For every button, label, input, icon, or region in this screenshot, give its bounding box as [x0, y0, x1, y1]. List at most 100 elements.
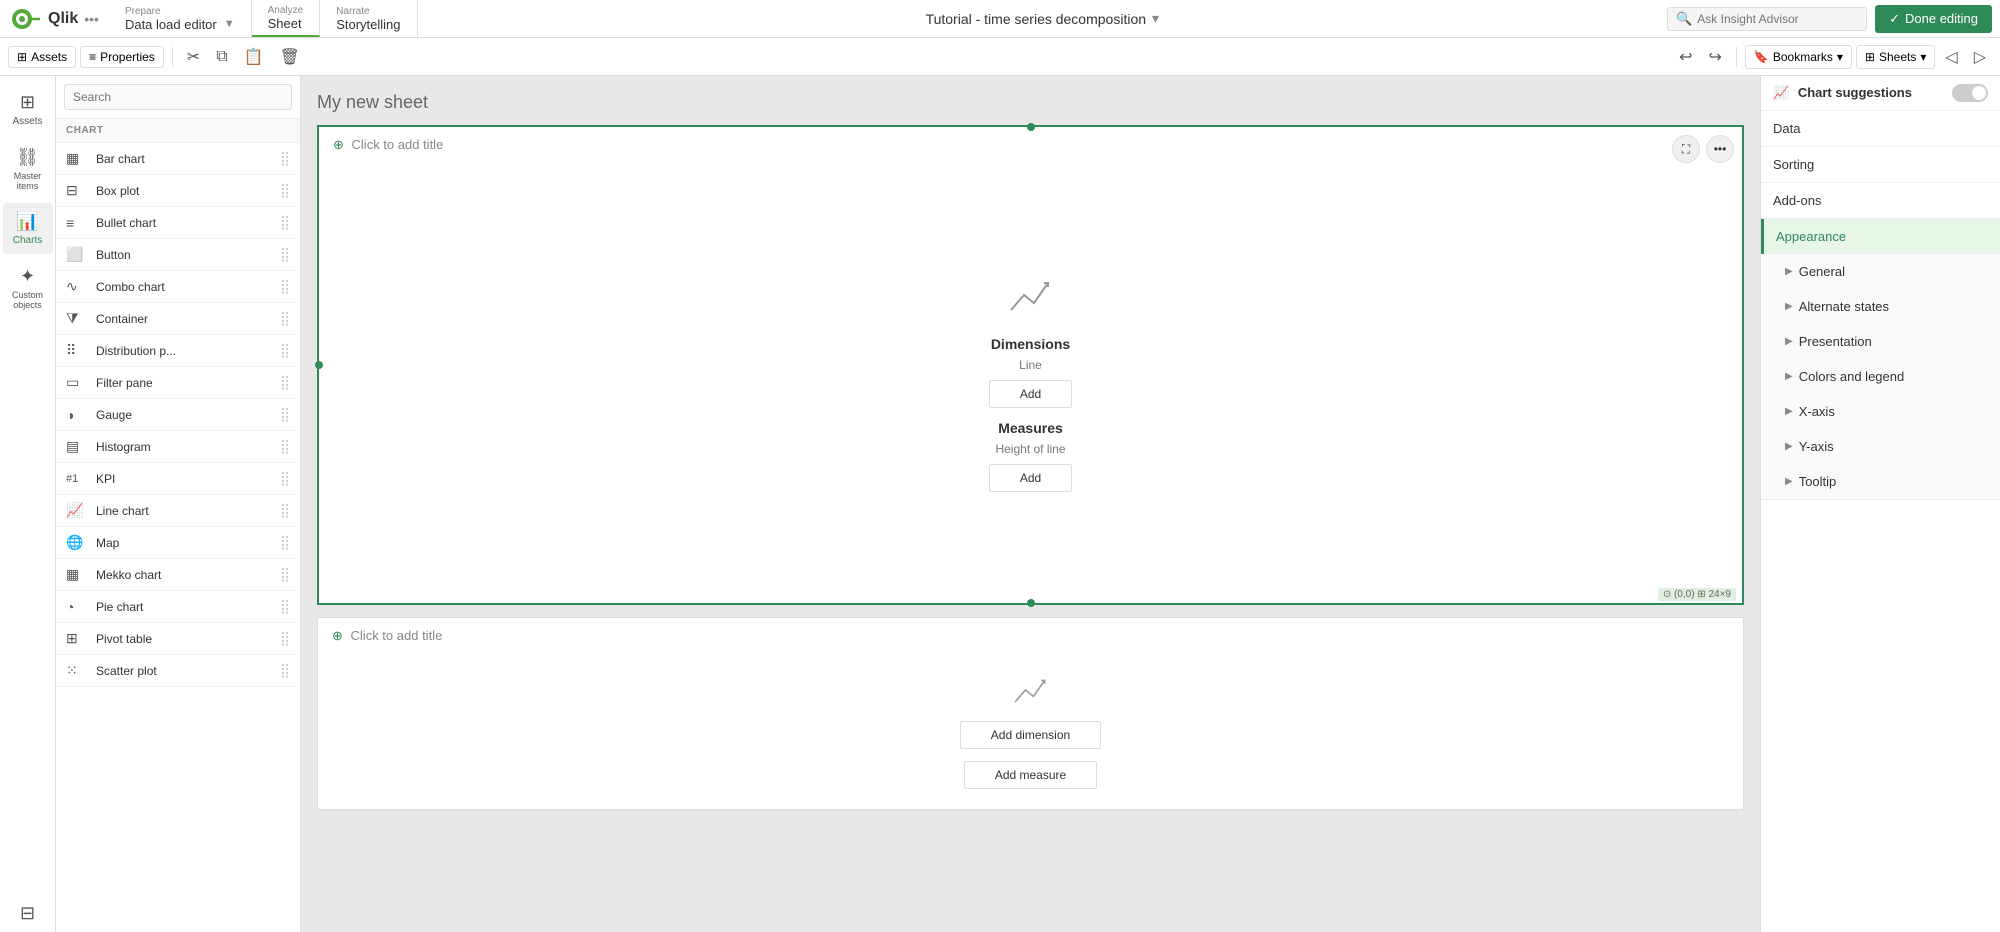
right-panel-data[interactable]: Data [1761, 111, 2000, 146]
pie-chart-icon: ◔ [66, 599, 88, 615]
delete-button[interactable]: 🗑 [274, 43, 306, 71]
plus-icon-2: ⊕ [332, 628, 343, 643]
full-screen-button[interactable]: ⛶ [1672, 135, 1700, 163]
sidebar-item-master-items[interactable]: ⛓ Master items [3, 139, 53, 199]
chart-item-box[interactable]: ⊟ Box plot ⣿ [56, 175, 300, 207]
resize-handle-left[interactable] [315, 361, 323, 369]
sidebar-item-assets[interactable]: ⊞ Assets [3, 84, 53, 135]
qlik-logo[interactable]: Qlik ••• [0, 7, 109, 31]
insight-advisor-search[interactable]: 🔍 [1667, 7, 1867, 31]
drag-handle-icon[interactable]: ⣿ [280, 598, 290, 615]
paste-button[interactable]: 📋 [238, 43, 270, 71]
chart-item-distribution[interactable]: ⠿ Distribution p... ⣿ [56, 335, 300, 367]
right-panel-general[interactable]: ▶ General [1761, 254, 2000, 289]
drag-handle-icon[interactable]: ⣿ [280, 438, 290, 455]
drag-handle-icon[interactable]: ⣿ [280, 150, 290, 167]
sidebar-item-bottom[interactable]: ⊟ [3, 895, 53, 932]
assets-toggle[interactable]: ⊞ Assets [8, 46, 76, 68]
sidebar-item-custom-objects[interactable]: ✦ Custom objects [3, 258, 53, 318]
nav-right: 🔍 ✓ Done editing [1667, 5, 2000, 33]
cut-button[interactable]: ✂ [181, 43, 206, 71]
chart-item-kpi[interactable]: #1 KPI ⣿ [56, 463, 300, 495]
chart-item-pie[interactable]: ◔ Pie chart ⣿ [56, 591, 300, 623]
right-panel-header: 📈 Chart suggestions [1761, 76, 2000, 111]
chevron-right-icon: ▶ [1785, 336, 1793, 347]
coords-badge: ⊙ (0,0) ⊞ 24×9 [1658, 588, 1736, 601]
drag-handle-icon[interactable]: ⣿ [280, 534, 290, 551]
drag-handle-icon[interactable]: ⣿ [280, 662, 290, 679]
chart-item-map[interactable]: 🌐 Map ⣿ [56, 527, 300, 559]
right-panel-alternate-states[interactable]: ▶ Alternate states [1761, 289, 2000, 324]
gauge-icon: ◑ [66, 407, 88, 423]
chart-item-bullet[interactable]: ≡ Bullet chart ⣿ [56, 207, 300, 239]
search-input[interactable] [1697, 12, 1847, 26]
chart-container-2: ⊕ Click to add title Add dimension Add m… [317, 617, 1744, 810]
done-editing-button[interactable]: ✓ Done editing [1875, 5, 1992, 33]
right-panel-sorting[interactable]: Sorting [1761, 147, 2000, 182]
chart-item-combo[interactable]: ∿ Combo chart ⣿ [56, 271, 300, 303]
sidebar-item-charts[interactable]: 📊 Charts [3, 203, 53, 254]
chart-content-1: Dimensions Line Add Measures Height of l… [319, 163, 1742, 603]
drag-handle-icon[interactable]: ⣿ [280, 630, 290, 647]
sheets-button[interactable]: ⊞ Sheets ▾ [1856, 45, 1935, 69]
right-panel-x-axis[interactable]: ▶ X-axis [1761, 394, 2000, 429]
chart-item-gauge[interactable]: ◑ Gauge ⣿ [56, 399, 300, 431]
drag-handle-icon[interactable]: ⣿ [280, 374, 290, 391]
chart-item-mekko[interactable]: ▦ Mekko chart ⣿ [56, 559, 300, 591]
bookmark-icon: 🔖 [1754, 50, 1769, 64]
chart-item-filter[interactable]: ▭ Filter pane ⣿ [56, 367, 300, 399]
chart-item-histogram[interactable]: ▤ Histogram ⣿ [56, 431, 300, 463]
properties-toggle[interactable]: ≡ Properties [80, 46, 164, 68]
right-panel-presentation[interactable]: ▶ Presentation [1761, 324, 2000, 359]
right-panel: 📈 Chart suggestions Data Sorting Add-ons [1760, 76, 2000, 932]
redo-button[interactable]: ↪ [1703, 43, 1728, 71]
resize-handle-top[interactable] [1027, 123, 1035, 131]
right-panel-tooltip[interactable]: ▶ Tooltip [1761, 464, 2000, 499]
left-sidebar: ⊞ Assets ⛓ Master items 📊 Charts ✦ Custo… [0, 76, 56, 932]
chart-item-button[interactable]: ⬜ Button ⣿ [56, 239, 300, 271]
sheet-title-nav[interactable]: Tutorial - time series decomposition ▾ [926, 10, 1159, 27]
chevron-right-icon: ▶ [1785, 476, 1793, 487]
scatter-plot-icon: ⁙ [66, 662, 88, 679]
bookmarks-button[interactable]: 🔖 Bookmarks ▾ [1745, 45, 1852, 69]
drag-handle-icon[interactable]: ⣿ [280, 566, 290, 583]
add-title-1[interactable]: ⊕ Click to add title [319, 127, 1742, 163]
resize-handle-bottom[interactable] [1027, 599, 1035, 607]
chart-item-line[interactable]: 📈 Line chart ⣿ [56, 495, 300, 527]
chart-type-header: chart [56, 119, 300, 143]
drag-handle-icon[interactable]: ⣿ [280, 278, 290, 295]
drag-handle-icon[interactable]: ⣿ [280, 342, 290, 359]
add-measure-button-2[interactable]: Add measure [964, 761, 1097, 789]
copy-button[interactable]: ⧉ [210, 44, 233, 70]
drag-handle-icon[interactable]: ⣿ [280, 406, 290, 423]
drag-handle-icon[interactable]: ⣿ [280, 246, 290, 263]
chart-item-bar[interactable]: ▦ Bar chart ⣿ [56, 143, 300, 175]
drag-handle-icon[interactable]: ⣿ [280, 182, 290, 199]
chart-search-input[interactable] [64, 84, 292, 110]
mekko-icon: ▦ [66, 566, 88, 583]
chart-search-container [56, 76, 300, 119]
nav-right-button[interactable]: ▷ [1968, 43, 1992, 71]
drag-handle-icon[interactable]: ⣿ [280, 214, 290, 231]
right-panel-appearance[interactable]: Appearance [1761, 219, 2000, 254]
undo-button[interactable]: ↩ [1673, 43, 1698, 71]
right-panel-y-axis[interactable]: ▶ Y-axis [1761, 429, 2000, 464]
right-panel-colors-legend[interactable]: ▶ Colors and legend [1761, 359, 2000, 394]
right-panel-addons[interactable]: Add-ons [1761, 183, 2000, 218]
more-options-button[interactable]: ••• [1706, 135, 1734, 163]
chart-suggestions-toggle[interactable] [1952, 84, 1988, 102]
toggle-knob [1972, 86, 1986, 100]
chart-item-container[interactable]: ⧩ Container ⣿ [56, 303, 300, 335]
add-dimension-button-2[interactable]: Add dimension [960, 721, 1101, 749]
add-dimension-button[interactable]: Add [989, 380, 1072, 408]
add-title-2[interactable]: ⊕ Click to add title [318, 618, 1743, 654]
add-measure-button[interactable]: Add [989, 464, 1072, 492]
nav-left-button[interactable]: ◁ [1939, 43, 1963, 71]
drag-handle-icon[interactable]: ⣿ [280, 502, 290, 519]
chart-item-pivot[interactable]: ⊞ Pivot table ⣿ [56, 623, 300, 655]
more-options-icon[interactable]: ••• [84, 11, 99, 27]
drag-handle-icon[interactable]: ⣿ [280, 310, 290, 327]
chart-item-scatter[interactable]: ⁙ Scatter plot ⣿ [56, 655, 300, 687]
grid-icon: ⊞ [17, 50, 27, 64]
drag-handle-icon[interactable]: ⣿ [280, 470, 290, 487]
